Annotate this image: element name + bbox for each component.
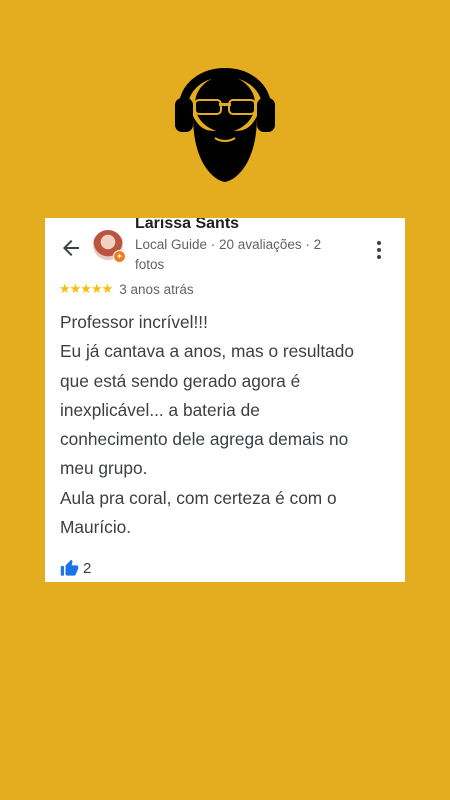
review-text-line: que está sendo gerado agora é — [60, 370, 301, 391]
review-text: Professor incrível!!! Eu já cantava a an… — [60, 308, 395, 542]
bearded-man-headphones-icon — [173, 52, 277, 184]
like-button[interactable]: 2 — [60, 559, 91, 578]
arrow-left-icon[interactable] — [59, 236, 83, 260]
rating-row: ★★★★★ 3 anos atrás — [59, 280, 194, 298]
thumbs-up-icon — [60, 559, 79, 576]
review-text-line: Aula pra coral, com certeza é com o — [60, 487, 337, 508]
review-text-line: meu grupo. — [60, 458, 148, 479]
review-text-line: inexplicável... a bateria de — [60, 399, 260, 420]
review-text-line: conhecimento dele agrega demais no — [60, 429, 349, 450]
review-text-line: Eu já cantava a anos, mas o resultado — [60, 341, 354, 362]
review-text-line: Professor incrível!!! — [60, 312, 208, 332]
author-name[interactable]: Larissa Sants — [135, 218, 239, 233]
local-guide-badge-icon: ✦ — [113, 250, 126, 263]
review-card: ✦ Larissa Sants Local Guide · 20 avaliaç… — [45, 218, 405, 582]
author-meta: Local Guide · 20 avaliações · 2 fotos — [135, 237, 322, 272]
review-date: 3 anos atrás — [119, 281, 194, 297]
like-count: 2 — [83, 560, 92, 577]
star-rating: ★★★★★ — [59, 281, 113, 296]
review-text-line: Maurício. — [60, 517, 132, 538]
more-vert-icon[interactable] — [367, 238, 391, 262]
